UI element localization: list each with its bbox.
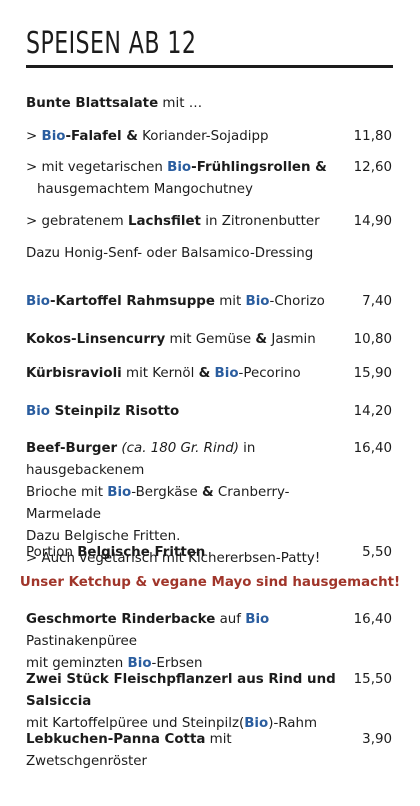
- price: 3,90: [362, 732, 392, 747]
- price: 15,90: [353, 366, 392, 381]
- price: 7,40: [362, 294, 392, 309]
- menu-item-ravioli: Kürbisravioli mit Kernöl & Bio-Pecorino …: [26, 363, 392, 385]
- title-divider: [26, 65, 393, 68]
- menu-item-curry: Kokos-Linsencurry mit Gemüse & Jasmin 10…: [26, 329, 392, 351]
- menu-item-fries: Portion Belgische Fritten 5,50: [26, 542, 392, 564]
- menu-item-fleischpflanzerl: Zwei Stück Fleischpflanzerl aus Rind und…: [26, 669, 392, 735]
- price: 16,40: [353, 441, 392, 456]
- menu-item-falafel: > Bio-Falafel & Koriander-Sojadipp 11,80: [26, 126, 392, 148]
- price: 5,50: [362, 545, 392, 560]
- price: 10,80: [353, 332, 392, 347]
- menu-item-soup: Bio-Kartoffel Rahmsuppe mit Bio-Chorizo …: [26, 291, 392, 313]
- salads-heading: Bunte Blattsalate mit …: [26, 96, 203, 111]
- price: 12,60: [353, 160, 392, 175]
- page-title: SPEISEN AB 12: [26, 26, 197, 61]
- menu-page: SPEISEN AB 12 Bunte Blattsalate mit … > …: [0, 0, 420, 806]
- price: 15,50: [353, 672, 392, 687]
- dressing-note: Dazu Honig-Senf- oder Balsamico-Dressing: [26, 246, 314, 261]
- menu-item-panna-cotta: Lebkuchen-Panna Cotta mit Zwetschgenröst…: [26, 729, 392, 773]
- price: 14,90: [353, 214, 392, 229]
- menu-item-spring-rolls: > mit vegetarischen Bio-Frühlingsrollen …: [26, 157, 392, 201]
- menu-item-salmon: > gebratenem Lachsfilet in Zitronenbutte…: [26, 211, 392, 233]
- price: 16,40: [353, 612, 392, 627]
- menu-item-beef-cheek: Geschmorte Rinderbacke auf Bio Pastinake…: [26, 609, 392, 675]
- price: 11,80: [353, 129, 392, 144]
- menu-item-risotto: Bio Steinpilz Risotto 14,20: [26, 401, 392, 423]
- ketchup-note: Unser Ketchup & vegane Mayo sind hausgem…: [19, 575, 401, 590]
- price: 14,20: [353, 404, 392, 419]
